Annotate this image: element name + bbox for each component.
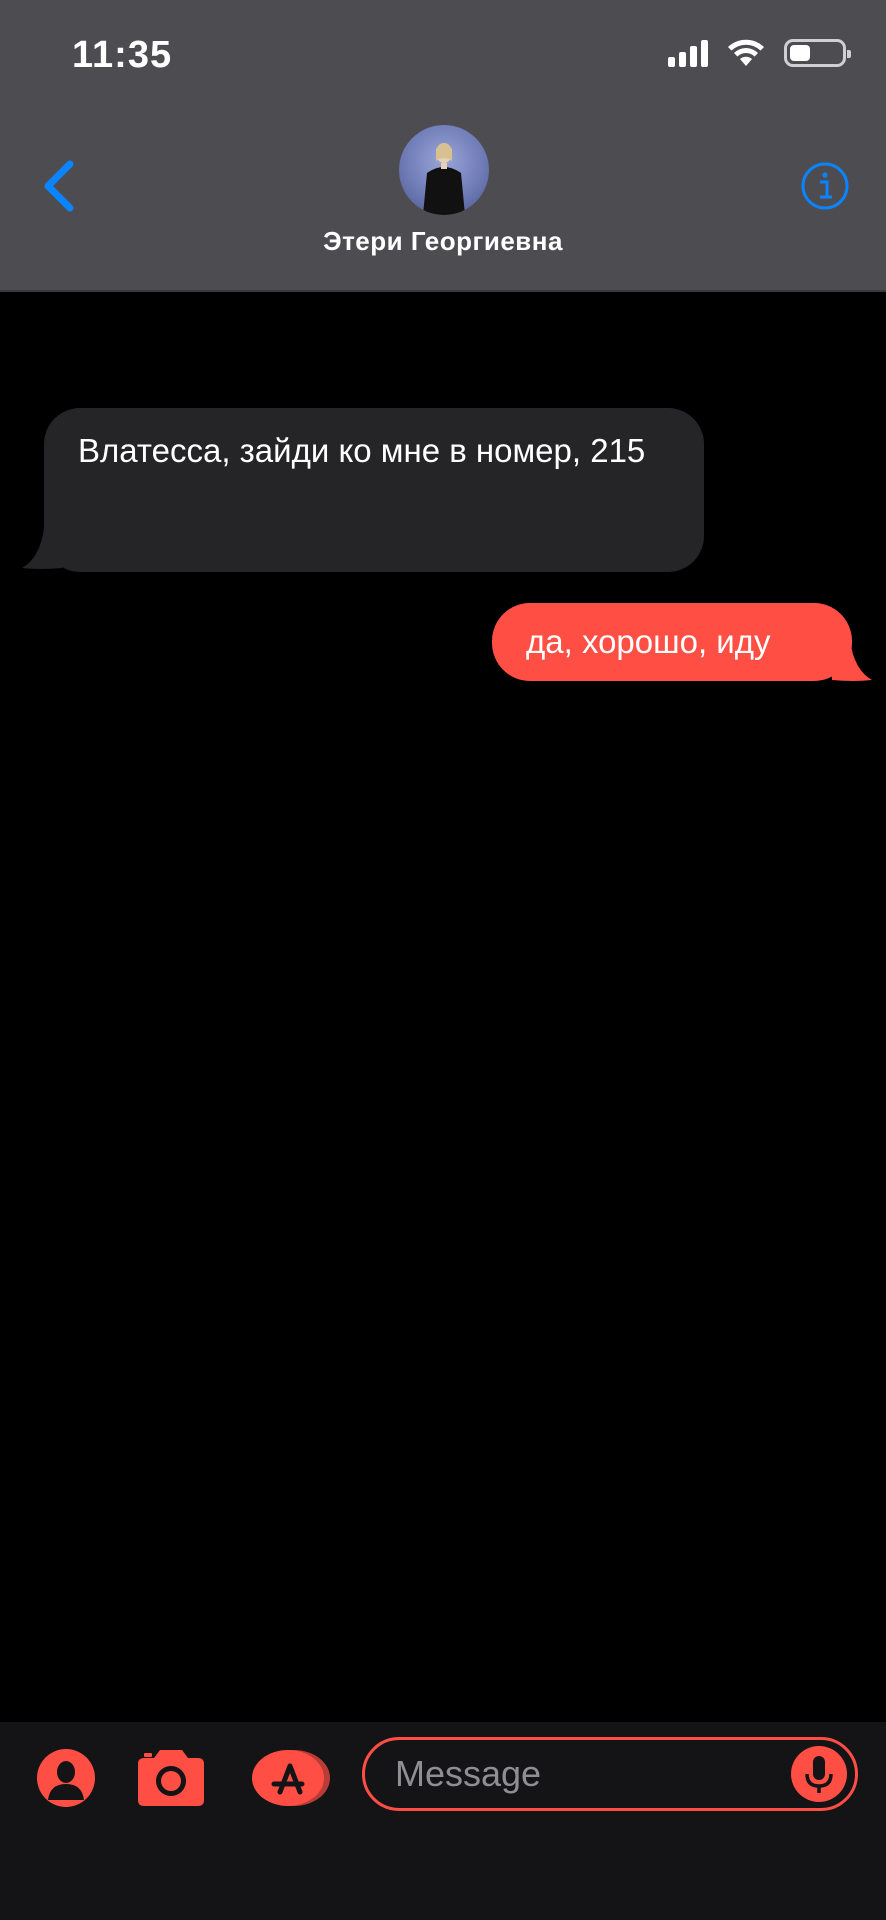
battery-level xyxy=(790,45,810,61)
microphone-button[interactable] xyxy=(791,1746,847,1802)
contact-avatar[interactable] xyxy=(399,125,489,215)
outgoing-message-text: да, хорошо, иду xyxy=(526,623,771,660)
incoming-message-bubble[interactable]: Влатесса, зайди ко мне в номер, 215 xyxy=(44,408,704,572)
info-circle-icon xyxy=(801,162,849,210)
message-input[interactable] xyxy=(362,1737,858,1811)
outgoing-message-bubble[interactable]: да, хорошо, иду xyxy=(492,603,852,681)
contact-button[interactable] xyxy=(36,1748,96,1813)
battery-icon xyxy=(784,39,851,67)
conversation-header: 11:35 Этери Георгиевна xyxy=(0,0,886,292)
camera-button[interactable] xyxy=(134,1748,208,1813)
outgoing-bubble-tail xyxy=(832,640,872,681)
status-indicators xyxy=(668,38,851,68)
cellular-signal-icon xyxy=(668,39,708,67)
incoming-bubble-tail xyxy=(22,528,62,569)
app-store-icon xyxy=(252,1750,330,1806)
microphone-icon xyxy=(805,1756,833,1793)
contact-name[interactable]: Этери Георгиевна xyxy=(0,226,886,257)
avatar-photo xyxy=(423,143,465,215)
contact-icon xyxy=(37,1749,95,1807)
wifi-icon xyxy=(728,39,764,66)
back-button[interactable] xyxy=(40,158,80,214)
chevron-left-icon xyxy=(44,160,74,212)
status-time: 11:35 xyxy=(72,34,173,76)
incoming-message-text: Влатесса, зайди ко мне в номер, 215 xyxy=(78,432,646,469)
info-button[interactable] xyxy=(800,161,850,211)
app-store-button[interactable] xyxy=(250,1748,334,1813)
camera-icon xyxy=(138,1750,204,1806)
